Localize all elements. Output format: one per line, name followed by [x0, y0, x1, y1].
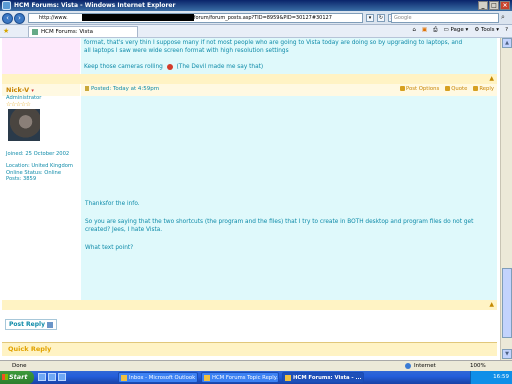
options-icon: [400, 86, 405, 91]
post-timestamp: Posted: Today at 4:59pm: [85, 86, 159, 92]
quick-reply-header[interactable]: Quick Reply: [2, 342, 497, 356]
window-controls: _ □ ×: [478, 1, 510, 10]
print-icon[interactable]: ⎙: [433, 27, 437, 34]
system-tray: 16:59: [470, 371, 512, 384]
previous-post-left: [2, 38, 80, 74]
chevron-down-icon: ▾: [31, 88, 34, 94]
vertical-scrollbar[interactable]: ▲ ▼: [500, 38, 512, 360]
previous-post-line: Keep those cameras rolling (The Devil ma…: [84, 63, 494, 71]
post-options-button[interactable]: Post Options: [400, 86, 439, 92]
url-suffix: /forum/forum_posts.asp?TID=8959&PID=3012…: [192, 15, 332, 21]
command-bar: ⌂ ▣ ⎙ ▭ Page ▾ ⚙ Tools ▾ ?: [412, 27, 508, 34]
security-zone: Internet: [405, 361, 436, 371]
window-title: HCM Forums: Vista - Windows Internet Exp…: [14, 2, 176, 9]
author-joined: Joined: 25 October 2002: [6, 151, 70, 157]
previous-post-text: format, that's very thin I suppose many …: [82, 38, 496, 72]
quicklaunch-desktop-icon[interactable]: [48, 373, 56, 381]
address-input[interactable]: http://www. /forum/forum_posts.asp?TID=8…: [28, 13, 363, 23]
scroll-up-icon[interactable]: ▲: [502, 38, 512, 48]
page-content: format, that's very thin I suppose many …: [0, 38, 500, 360]
taskbar: Start Inbox - Microsoft Outlook HCM Foru…: [0, 371, 512, 384]
tab-favicon-icon: [32, 29, 38, 35]
ie-app-icon: [2, 1, 11, 10]
author-name[interactable]: Nick-V ▾: [6, 86, 34, 94]
home-icon[interactable]: ⌂: [412, 27, 416, 34]
scroll-thumb[interactable]: [502, 268, 512, 338]
window-titlebar: HCM Forums: Vista - Windows Internet Exp…: [0, 0, 512, 11]
author-location: Location: United Kingdom: [6, 163, 73, 170]
quote-button[interactable]: Quote: [445, 86, 467, 92]
taskbar-button-outlook[interactable]: Inbox - Microsoft Outlook: [118, 372, 198, 383]
forward-arrow-icon[interactable]: ›: [14, 13, 25, 24]
gear-icon: ⚙: [474, 27, 480, 33]
taskbar-button-topic-reply[interactable]: HCM Forums Topic Reply...: [201, 372, 279, 383]
close-button[interactable]: ×: [500, 1, 510, 10]
post-reply-label: Post Reply: [9, 321, 45, 328]
previous-post-joke: (The Devil made me say that): [176, 64, 264, 70]
maximize-button[interactable]: □: [489, 1, 499, 10]
post-separator: ▲: [2, 300, 497, 310]
author-post-count: Posts: 3859: [6, 176, 37, 183]
quicklaunch-outlook-icon[interactable]: [58, 373, 66, 381]
feeds-icon[interactable]: ▣: [422, 27, 427, 34]
redacted-domain: [81, 14, 194, 21]
post-separator: ▲: [2, 74, 497, 84]
previous-post-signoff: Keep those cameras rolling: [84, 64, 163, 70]
pencil-icon: [47, 321, 53, 328]
help-icon[interactable]: ?: [505, 27, 508, 34]
post-options-label: Post Options: [406, 86, 440, 92]
post-paragraph: So you are saying that the two shortcuts…: [85, 219, 474, 233]
previous-post-line: format, that's very thin I suppose many …: [84, 40, 463, 46]
post-body-bg: [81, 96, 497, 300]
search-icon[interactable]: ⌕: [501, 13, 510, 22]
tools-menu-label: Tools: [481, 27, 495, 33]
minimize-button[interactable]: _: [478, 1, 488, 10]
quote-icon: [445, 86, 451, 91]
page-menu-label: Page: [450, 27, 464, 33]
quick-launch: [38, 373, 66, 381]
author-info: Joined: 25 October 2002 Location: United…: [6, 151, 80, 183]
page-icon: ▭: [443, 27, 449, 33]
avatar: [8, 109, 40, 141]
post-reply-button[interactable]: Post Reply: [5, 319, 57, 330]
reply-label: Reply: [479, 86, 494, 92]
previous-post-line: all laptops I saw were wide screen forma…: [84, 48, 289, 54]
favorites-star-icon[interactable]: ★: [3, 27, 9, 35]
address-toolbar: ‹ › http://www. /forum/forum_posts.asp?T…: [0, 11, 512, 25]
tab-bar: ★ HCM Forums: Vista ⌂ ▣ ⎙ ▭ Page ▾ ⚙ Too…: [0, 25, 512, 38]
status-bar: Done Internet 100%: [0, 360, 512, 371]
posted-text: Posted: Today at 4:59pm: [91, 86, 160, 92]
author-panel: Nick-V ▾ Administrator ☆☆☆☆☆ Joined: 25 …: [2, 84, 80, 300]
rank-stars: ☆☆☆☆☆: [6, 101, 31, 108]
url-prefix: http://www.: [39, 15, 68, 21]
post-actions: Post Options Quote Reply: [400, 86, 494, 92]
browser-tab[interactable]: HCM Forums: Vista: [28, 26, 138, 37]
scroll-down-icon[interactable]: ▼: [502, 349, 512, 359]
refresh-icon[interactable]: ↻: [377, 14, 385, 22]
search-input[interactable]: Google: [391, 13, 499, 23]
tools-menu[interactable]: ⚙ Tools ▾: [474, 27, 499, 34]
back-arrow-icon[interactable]: ‹: [2, 13, 13, 24]
page-menu[interactable]: ▭ Page ▾: [444, 27, 469, 34]
status-text: Done: [12, 363, 27, 369]
reply-button[interactable]: Reply: [473, 86, 494, 92]
author-name-text: Nick-V: [6, 86, 30, 94]
post-body: Thanksfor the info. So you are saying th…: [83, 200, 493, 252]
tab-title: HCM Forums: Vista: [41, 29, 93, 35]
start-button[interactable]: Start: [0, 371, 34, 384]
zoom-level[interactable]: 100%: [470, 361, 486, 371]
quicklaunch-ie-icon[interactable]: [38, 373, 46, 381]
back-to-top-icon[interactable]: ▲: [489, 301, 494, 308]
post-paragraph: What text point?: [85, 245, 134, 251]
clock: 16:59: [493, 374, 509, 380]
post-paragraph: Thanksfor the info.: [85, 201, 140, 207]
dropdown-icon[interactable]: ▾: [366, 14, 374, 22]
devil-smiley-icon: [166, 63, 173, 70]
reply-icon: [473, 86, 479, 91]
post-icon: [85, 86, 89, 91]
taskbar-button-forums-vista[interactable]: HCM Forums: Vista - ...: [282, 372, 364, 383]
back-to-top-icon[interactable]: ▲: [489, 75, 494, 82]
quote-label: Quote: [451, 86, 468, 92]
